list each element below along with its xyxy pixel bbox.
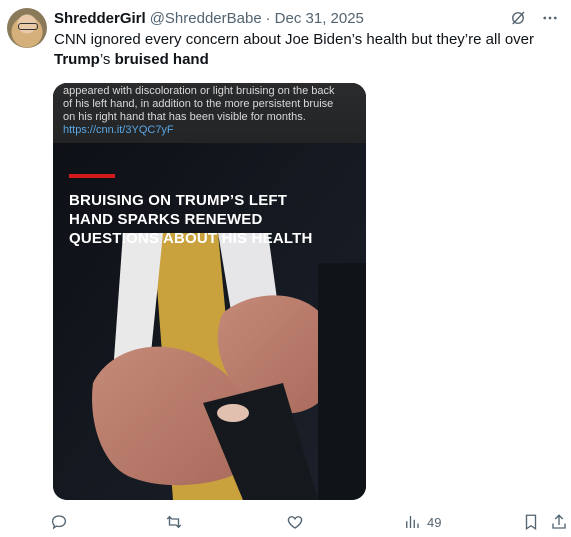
views-count: 49 — [427, 514, 442, 530]
separator: · — [265, 9, 271, 27]
tweet-text-part: CNN ignored every concern about Joe Bide… — [54, 31, 534, 48]
media-photo — [53, 83, 366, 500]
caption-line: of his left hand, in addition to the mor… — [63, 98, 334, 110]
views-icon — [406, 516, 419, 528]
tweet-bold-hand: bruised hand — [114, 51, 209, 68]
user-name[interactable]: ShredderGirl — [54, 10, 146, 27]
retweet-icon — [166, 515, 182, 529]
bookmark-icon — [525, 514, 537, 531]
tweet-header: ShredderGirl @ShredderBabe · Dec 31, 202… — [54, 8, 559, 28]
more-icon[interactable] — [541, 9, 559, 27]
headline-line: BRUISING ON TRUMP’S LEFT — [69, 192, 288, 209]
bookmark-button[interactable] — [522, 513, 540, 531]
media-caption: appeared with discoloration or light bru… — [63, 85, 361, 137]
caption-line: appeared with discoloration or light bru… — [63, 85, 335, 97]
post-date[interactable]: Dec 31, 2025 — [275, 10, 364, 27]
like-button[interactable] — [286, 513, 304, 531]
reply-icon — [51, 515, 67, 530]
tweet-text: CNN ignored every concern about Joe Bide… — [54, 30, 554, 70]
tweet-media[interactable]: appeared with discoloration or light bru… — [53, 83, 366, 500]
share-icon — [552, 514, 566, 529]
media-headline: BRUISING ON TRUMP’S LEFT HAND SPARKS REN… — [69, 191, 359, 248]
like-icon — [287, 516, 303, 529]
views-button[interactable]: 49 — [403, 513, 441, 531]
user-handle[interactable]: @ShredderBabe — [150, 10, 262, 27]
avatar[interactable] — [7, 8, 47, 48]
headline-line: HAND SPARKS RENEWED — [69, 211, 263, 228]
action-bar: 49 — [50, 513, 570, 535]
headline-accent-bar — [69, 174, 115, 178]
caption-link[interactable]: https://cnn.it/3YQC7yF — [63, 124, 361, 137]
tweet-text-part: ’s — [99, 51, 115, 68]
avatar-glasses — [18, 23, 38, 30]
tweet-bold-trump: Trump — [54, 51, 100, 68]
grok-icon[interactable] — [509, 9, 527, 27]
retweet-button[interactable] — [165, 513, 183, 531]
caption-line: on his right hand that has been visible … — [63, 111, 306, 123]
headline-line: QUESTIONS ABOUT HIS HEALTH — [69, 230, 313, 247]
reply-button[interactable] — [50, 513, 68, 531]
share-button[interactable] — [550, 513, 568, 531]
